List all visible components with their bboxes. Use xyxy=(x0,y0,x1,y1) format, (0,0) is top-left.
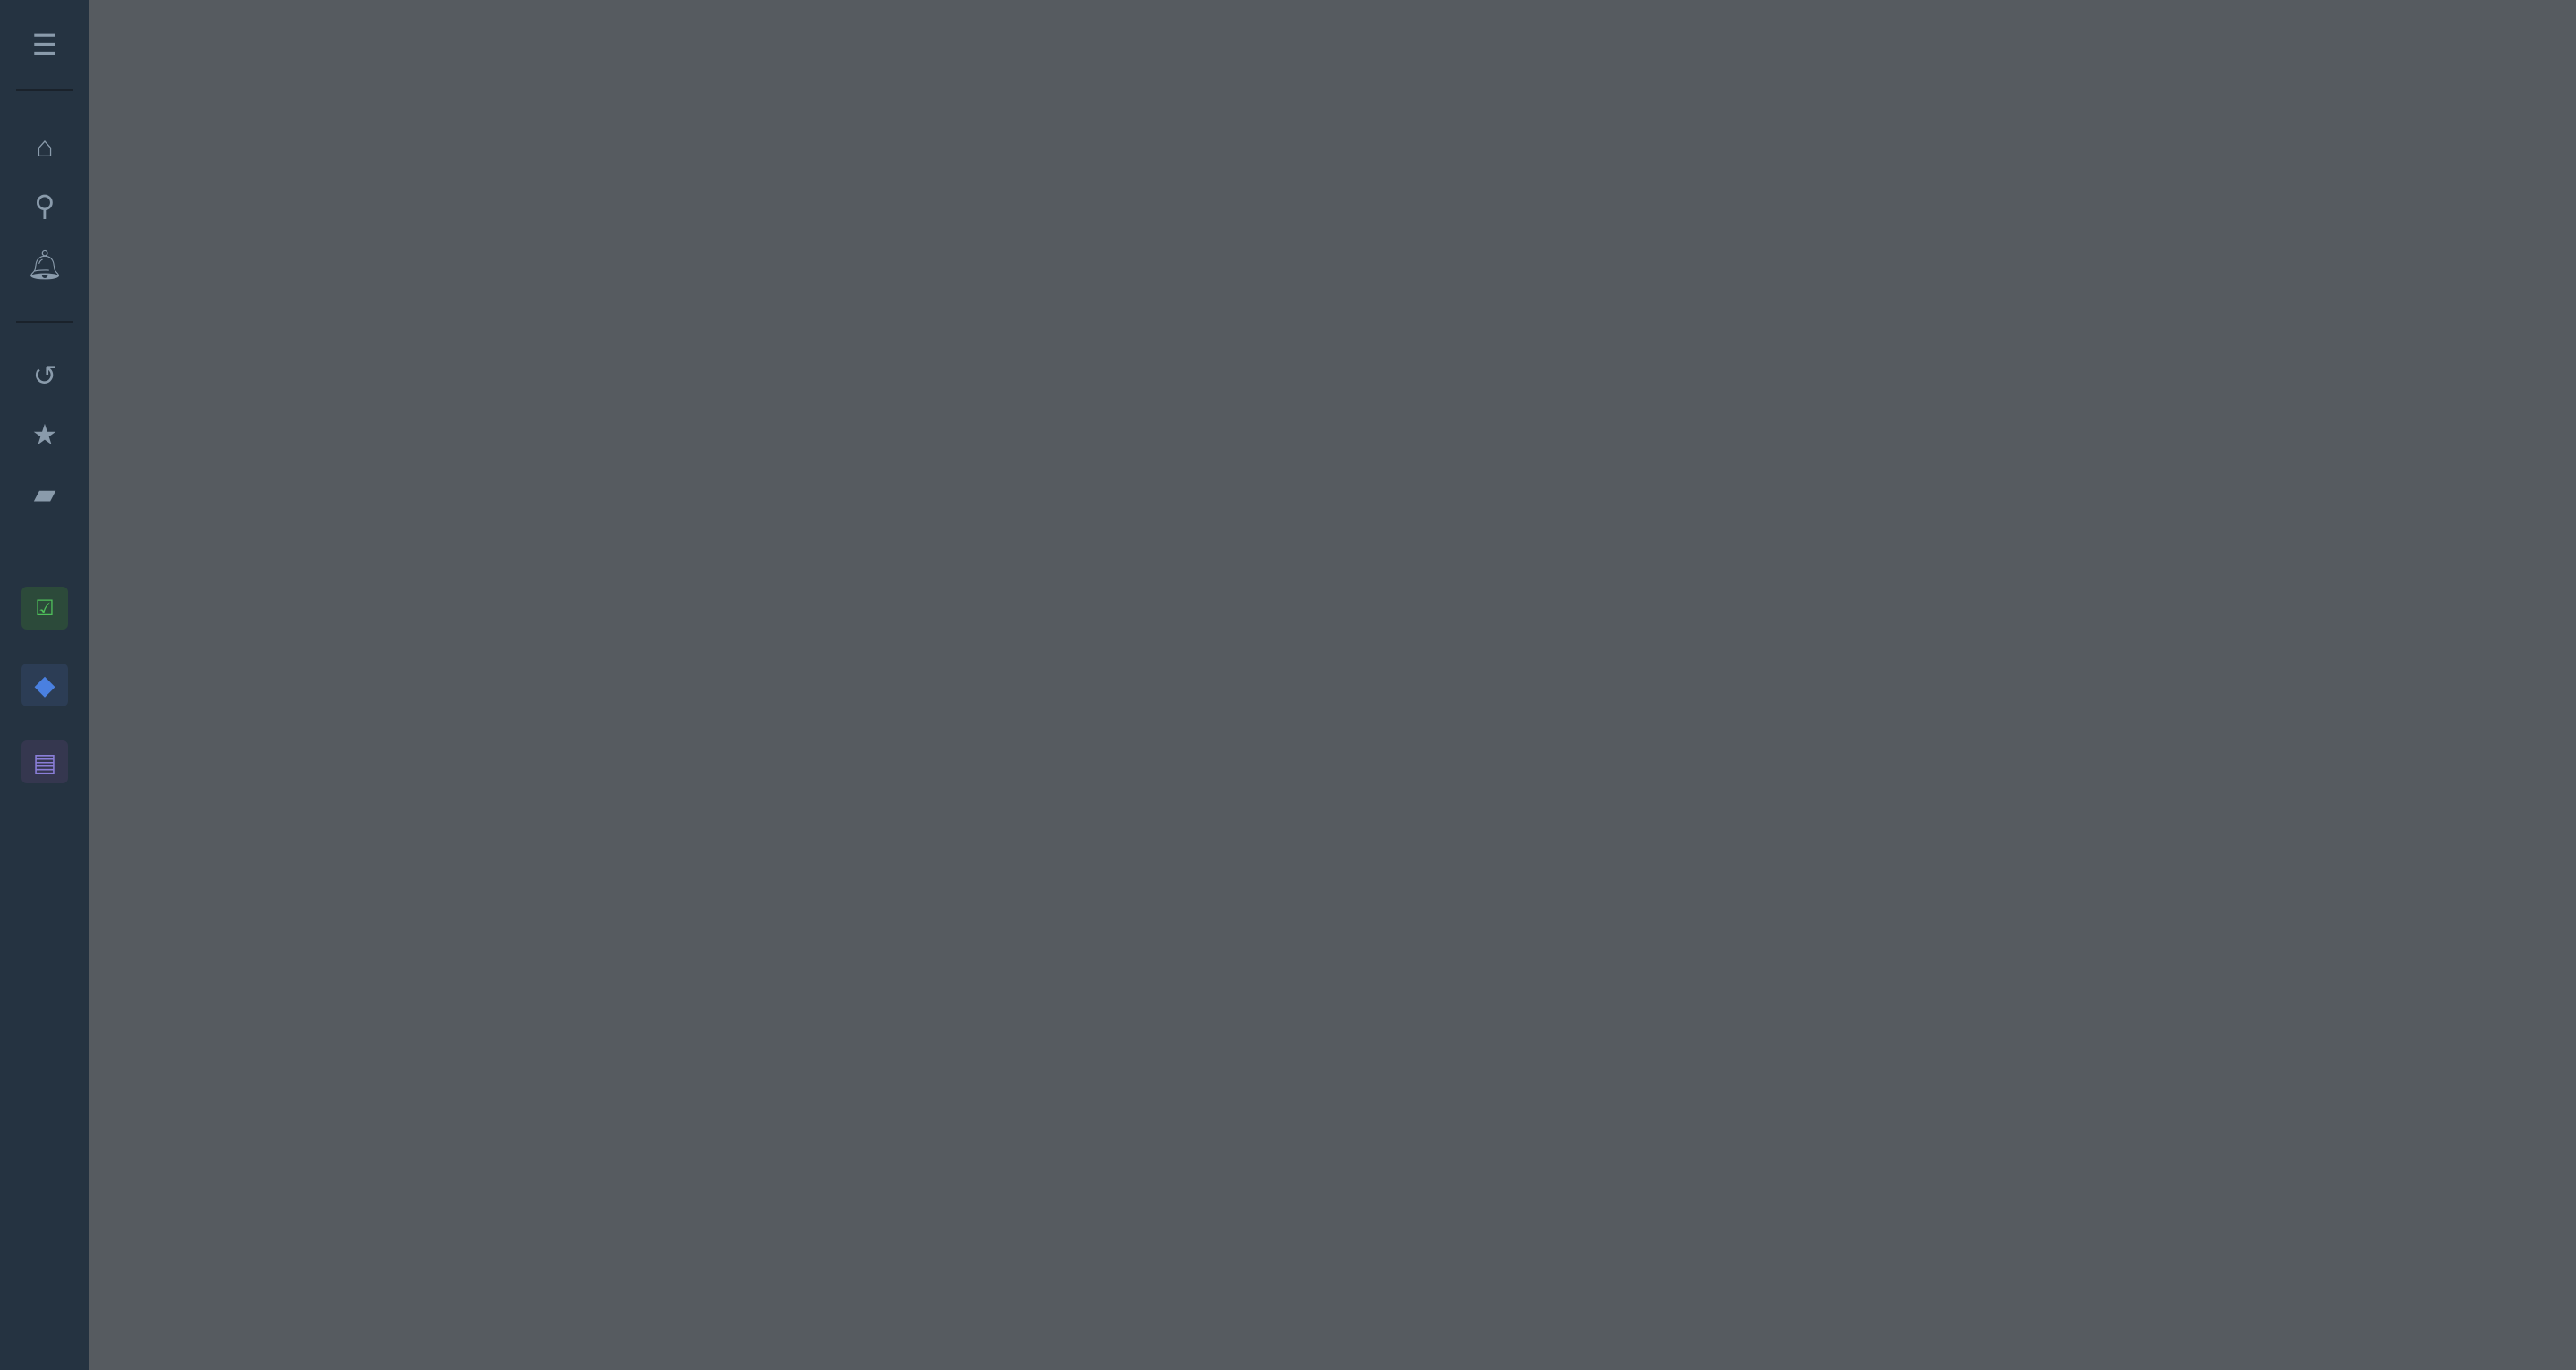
cube-app-icon[interactable]: ◆ xyxy=(21,664,68,706)
checklist-app-icon[interactable]: ☑ xyxy=(21,587,68,630)
history-icon[interactable]: ↺ xyxy=(0,349,89,402)
rail-divider xyxy=(16,89,73,91)
home-icon[interactable]: ⌂ xyxy=(0,120,89,173)
expand-sidebar-icon[interactable]: ☰ xyxy=(0,18,89,72)
layout-app-icon[interactable]: ▤ xyxy=(21,740,68,783)
favorites-star-icon[interactable]: ★ xyxy=(0,408,89,461)
search-icon[interactable]: ⚲ xyxy=(0,179,89,233)
files-folder-icon[interactable]: ▰ xyxy=(0,467,89,520)
rail-divider xyxy=(16,321,73,323)
left-rail: ☰ ⌂ ⚲ 🔔︎ ↺ ★ ▰ ☑ ◆ ▤ xyxy=(0,0,89,1370)
notifications-bell-icon[interactable]: 🔔︎ xyxy=(0,238,89,292)
